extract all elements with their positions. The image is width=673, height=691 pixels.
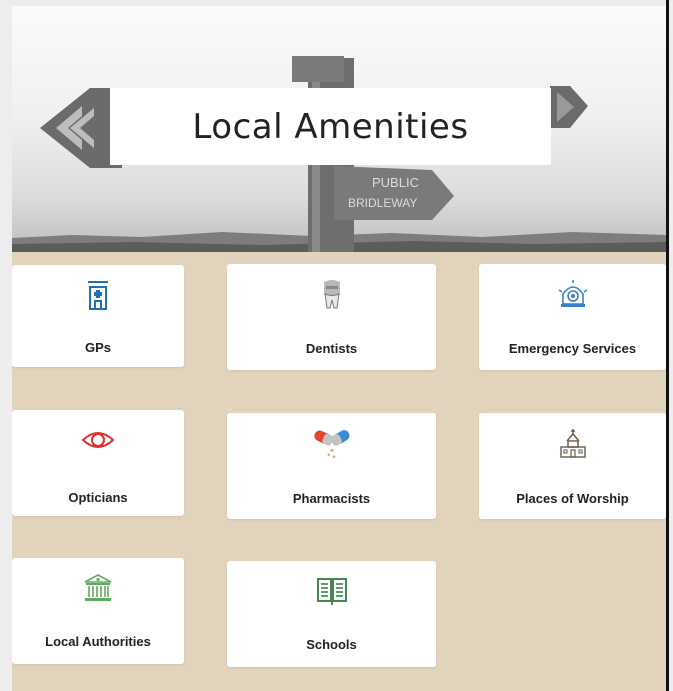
amenity-card-local-authorities[interactable]: Local Authorities <box>12 558 184 664</box>
amenity-label: Dentists <box>305 341 358 356</box>
town-hall-icon <box>84 574 112 601</box>
window-edge <box>666 0 669 691</box>
amenity-card-emergency-services[interactable]: Emergency Services <box>479 264 666 370</box>
amenities-panel: PUBLIC BRIDLEWAY Local Amenities GPs Den… <box>12 6 666 691</box>
amenity-card-gps[interactable]: GPs <box>12 265 184 367</box>
amenity-label: Opticians <box>68 490 128 505</box>
sign-text-bridleway: BRIDLEWAY <box>348 196 417 210</box>
amenity-card-pharmacists[interactable]: Pharmacists <box>227 413 436 519</box>
amenity-card-opticians[interactable]: Opticians <box>12 410 184 516</box>
amenity-label: Pharmacists <box>292 491 371 506</box>
eye-icon <box>81 432 115 448</box>
amenity-label: Places of Worship <box>516 491 629 506</box>
amenity-card-dentists[interactable]: Dentists <box>227 264 436 370</box>
amenity-card-schools[interactable]: Schools <box>227 561 436 667</box>
tooth-icon <box>323 280 340 309</box>
sign-text-public: PUBLIC <box>372 175 419 190</box>
hero-banner: PUBLIC BRIDLEWAY Local Amenities <box>12 6 666 252</box>
amenity-label: Emergency Services <box>508 341 637 356</box>
page-title: Local Amenities <box>192 106 469 147</box>
amenity-label: Schools <box>306 637 357 652</box>
open-book-icon <box>316 578 347 605</box>
amenity-label: GPs <box>84 340 111 355</box>
hospital-building-icon <box>88 281 108 310</box>
title-box: Local Amenities <box>110 88 551 165</box>
amenity-label: Local Authorities <box>45 634 151 649</box>
pills-icon <box>313 430 349 459</box>
emergency-siren-icon <box>558 280 587 307</box>
amenity-card-places-of-worship[interactable]: Places of Worship <box>479 413 666 519</box>
church-icon <box>559 429 586 458</box>
